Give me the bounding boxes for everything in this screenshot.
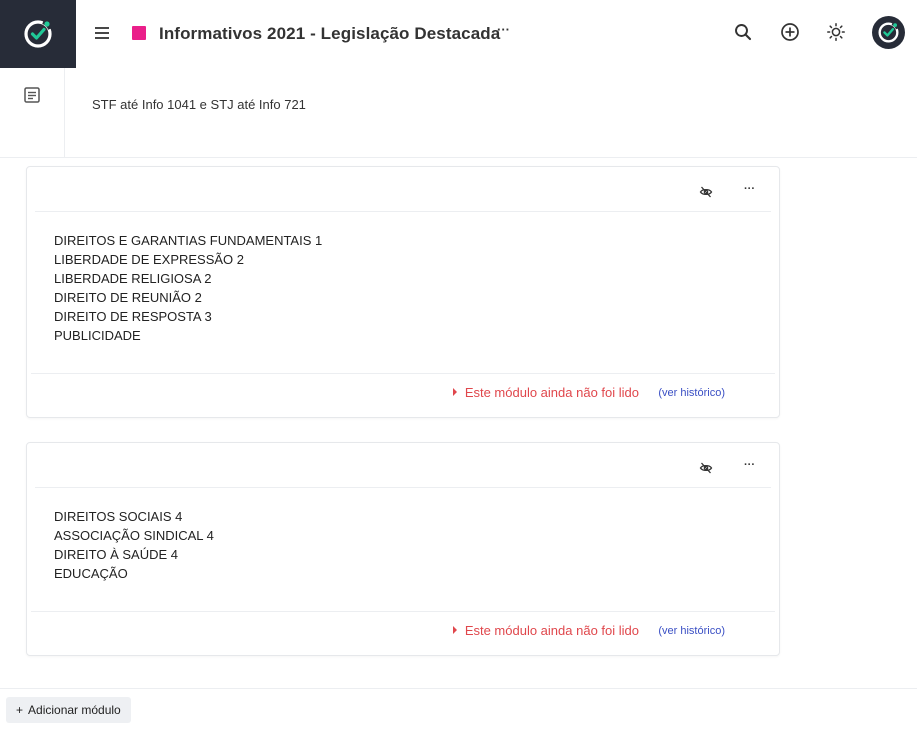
page-subtitle: STF até Info 1041 e STJ até Info 721 [92,97,306,112]
module-line: DIREITO DE REUNIÃO 2 [54,290,202,305]
module-line: LIBERDADE DE EXPRESSÃO 2 [54,252,245,267]
document-icon[interactable] [23,86,41,104]
module-line: DIREITO DE RESPOSTA 3 [54,309,212,324]
eye-off-icon[interactable] [699,185,713,199]
caret-right-icon [452,626,457,634]
module-toolbar: ··· [35,443,771,488]
add-circle-icon[interactable] [780,22,800,42]
unread-status-text: Este módulo ainda não foi lido [464,385,639,400]
unread-status-text: Este módulo ainda não foi lido [464,623,639,638]
module-more-button[interactable]: ··· [744,459,755,471]
module-content: DIREITOS SOCIAIS 4 ASSOCIAÇÃO SINDICAL 4… [54,507,214,583]
page-title: Informativos 2021 - Legislação Destacada [159,24,501,43]
header-divider [0,157,917,158]
module-line: DIREITOS SOCIAIS 4 [54,509,183,524]
search-icon[interactable] [733,22,753,42]
module-more-button[interactable]: ··· [744,183,755,195]
footer-divider [0,688,917,689]
history-link[interactable]: (ver histórico) [658,625,725,637]
avatar[interactable] [872,16,905,49]
top-bar: Informativos 2021 - Legislação Destacada… [76,0,917,68]
plus-icon: + [16,703,24,717]
check-circle-avatar-icon [878,22,899,43]
caret-right-icon [452,388,457,396]
app-logo[interactable] [0,0,76,68]
module-card: ··· DIREITOS SOCIAIS 4 ASSOCIAÇÃO SINDIC… [26,442,780,656]
side-panel [0,68,65,157]
module-footer: Este módulo ainda não foi lido (ver hist… [31,373,775,418]
add-module-label: Adicionar módulo [28,703,121,717]
module-card: ··· DIREITOS E GARANTIAS FUNDAMENTAIS 1 … [26,166,780,418]
eye-off-icon[interactable] [699,461,713,475]
module-content: DIREITOS E GARANTIAS FUNDAMENTAIS 1 LIBE… [54,231,322,345]
menu-icon[interactable] [94,25,110,41]
sun-icon[interactable] [826,22,846,42]
module-footer: Este módulo ainda não foi lido (ver hist… [31,611,775,656]
unread-status-link[interactable]: Este módulo ainda não foi lido [452,623,639,638]
history-link[interactable]: (ver histórico) [658,387,725,399]
module-line: DIREITOS E GARANTIAS FUNDAMENTAIS 1 [54,233,323,248]
title-more-button[interactable]: ··· [497,22,510,37]
unread-status-link[interactable]: Este módulo ainda não foi lido [452,385,639,400]
check-circle-logo-icon [24,20,52,48]
add-module-button[interactable]: + Adicionar módulo [6,697,131,723]
module-line: ASSOCIAÇÃO SINDICAL 4 [54,528,214,543]
module-toolbar: ··· [35,167,771,212]
module-line: DIREITO À SAÚDE 4 [54,547,179,562]
module-line: LIBERDADE RELIGIOSA 2 [54,271,212,286]
module-line: PUBLICIDADE [54,328,141,343]
title-color-marker [132,26,146,40]
module-line: EDUCAÇÃO [54,566,128,581]
